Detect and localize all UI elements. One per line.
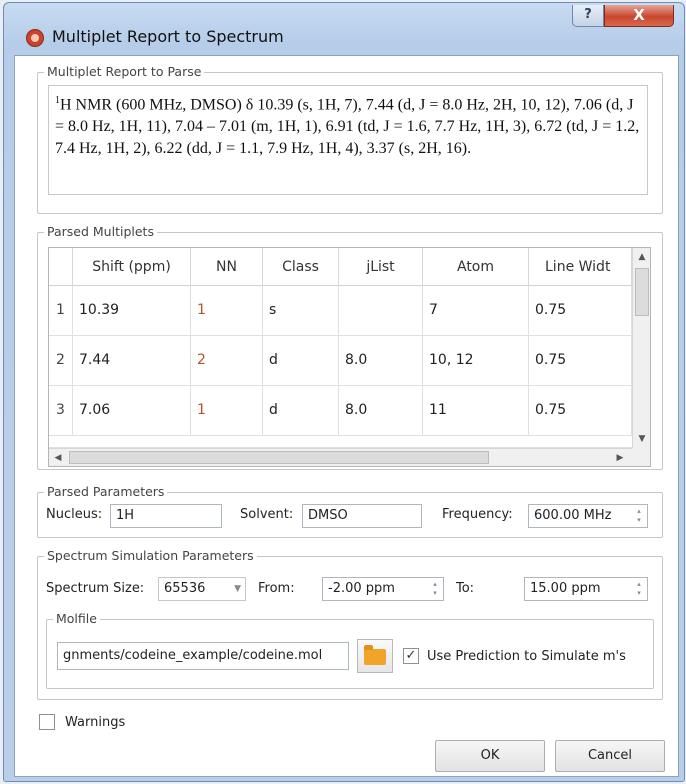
ok-button[interactable]: OK (435, 740, 545, 772)
scroll-right-icon[interactable]: ▶ (611, 449, 629, 466)
dialog-body: Multiplet Report to Parse 1H NMR (600 MH… (14, 55, 679, 777)
header-corner (49, 248, 73, 286)
simulation-group-title: Spectrum Simulation Parameters (44, 548, 257, 563)
report-group-title: Multiplet Report to Parse (44, 64, 205, 79)
row-number: 1 (49, 286, 73, 336)
dialog-window: Multiplet Report to Spectrum ? X Multipl… (3, 2, 685, 782)
solvent-field[interactable]: DMSO (302, 504, 422, 528)
cell-nn[interactable]: 2 (191, 336, 263, 386)
nucleus-field[interactable]: 1H (110, 504, 222, 528)
nucleus-label: Nucleus: (46, 507, 103, 522)
cell-atom[interactable]: 11 (423, 386, 529, 436)
row-number: 3 (49, 386, 73, 436)
cell-atom[interactable]: 7 (423, 286, 529, 336)
cell-jlist[interactable] (339, 286, 423, 336)
cell-line-width[interactable]: 0.75 (529, 286, 632, 336)
parameters-group-title: Parsed Parameters (44, 484, 168, 499)
cell-shift[interactable]: 7.06 (73, 386, 191, 436)
multiplets-table: Shift (ppm) NN Class jList Atom Line Wid… (48, 247, 651, 467)
chevron-down-icon[interactable]: ▼ (234, 578, 241, 600)
horizontal-scroll-thumb[interactable] (69, 451, 489, 464)
to-spinbox[interactable]: 15.00 ppm ▴ ▾ (524, 577, 648, 601)
molfile-group: Molfile gnments/codeine_example/codeine.… (46, 611, 654, 689)
cell-class[interactable]: d (263, 386, 339, 436)
spin-arrows-icon[interactable]: ▴ ▾ (633, 507, 645, 525)
folder-icon (364, 645, 386, 665)
scroll-up-icon[interactable]: ▲ (633, 248, 650, 266)
cell-jlist[interactable]: 8.0 (339, 336, 423, 386)
from-value: -2.00 ppm (328, 581, 395, 596)
to-value: 15.00 ppm (530, 581, 601, 596)
parameters-group: Parsed Parameters Nucleus: 1H Solvent: D… (37, 484, 663, 538)
spin-arrows-icon[interactable]: ▴ ▾ (429, 580, 441, 598)
use-prediction-label: Use Prediction to Simulate m's (427, 649, 626, 664)
cell-shift[interactable]: 7.44 (73, 336, 191, 386)
cell-line-width[interactable]: 0.75 (529, 336, 632, 386)
cell-jlist[interactable]: 8.0 (339, 386, 423, 436)
row-number: 2 (49, 336, 73, 386)
vertical-scrollbar[interactable]: ▲ ▼ (632, 248, 650, 448)
scroll-down-icon[interactable]: ▼ (633, 430, 650, 448)
cell-nn[interactable]: 1 (191, 386, 263, 436)
table-row-partial (49, 436, 632, 448)
spectrum-size-combo[interactable]: 65536 ▼ (158, 577, 246, 601)
spectrum-size-value: 65536 (164, 581, 206, 596)
help-button[interactable]: ? (572, 5, 604, 27)
to-label: To: (456, 581, 475, 596)
cancel-button[interactable]: Cancel (555, 740, 665, 772)
molfile-path-input[interactable]: gnments/codeine_example/codeine.mol (57, 642, 349, 670)
report-textarea[interactable]: 1H NMR (600 MHz, DMSO) δ 10.39 (s, 1H, 7… (48, 85, 648, 195)
cell-shift[interactable]: 10.39 (73, 286, 191, 336)
app-icon (26, 29, 44, 47)
browse-folder-button[interactable] (357, 639, 393, 673)
use-prediction-checkbox[interactable]: ✓ (403, 648, 419, 664)
column-header-line-width[interactable]: Line Widt (529, 248, 632, 286)
solvent-label: Solvent: (240, 507, 294, 522)
cell-class[interactable]: d (263, 336, 339, 386)
from-label: From: (258, 581, 295, 596)
column-header-nn[interactable]: NN (191, 248, 263, 286)
column-header-class[interactable]: Class (263, 248, 339, 286)
frequency-label: Frequency: (442, 507, 513, 522)
report-text-content: H NMR (600 MHz, DMSO) δ 10.39 (s, 1H, 7)… (55, 96, 640, 158)
report-group: Multiplet Report to Parse 1H NMR (600 MH… (37, 64, 663, 214)
molfile-group-title: Molfile (53, 611, 100, 626)
vertical-scroll-thumb[interactable] (635, 268, 649, 316)
table-row[interactable]: 3 7.06 1 d 8.0 11 0.75 (49, 386, 632, 436)
cell-atom[interactable]: 10, 12 (423, 336, 529, 386)
table-row[interactable]: 2 7.44 2 d 8.0 10, 12 0.75 (49, 336, 632, 386)
cell-class[interactable]: s (263, 286, 339, 336)
horizontal-scrollbar[interactable]: ◀ ▶ (49, 448, 632, 466)
cell-line-width[interactable]: 0.75 (529, 386, 632, 436)
table-header: Shift (ppm) NN Class jList Atom Line Wid… (49, 248, 632, 286)
frequency-value: 600.00 MHz (534, 508, 612, 523)
table-row[interactable]: 1 10.39 1 s 7 0.75 (49, 286, 632, 336)
multiplets-group: Parsed Multiplets Shift (ppm) NN Class j… (37, 224, 663, 470)
scroll-corner (632, 448, 650, 466)
column-header-atom[interactable]: Atom (423, 248, 529, 286)
spin-arrows-icon[interactable]: ▴ ▾ (633, 580, 645, 598)
title-bar: Multiplet Report to Spectrum ? X (4, 3, 684, 53)
multiplets-group-title: Parsed Multiplets (44, 224, 157, 239)
column-header-jlist[interactable]: jList (339, 248, 423, 286)
window-title: Multiplet Report to Spectrum (52, 27, 284, 46)
column-header-shift[interactable]: Shift (ppm) (73, 248, 191, 286)
from-spinbox[interactable]: -2.00 ppm ▴ ▾ (322, 577, 444, 601)
cell-nn[interactable]: 1 (191, 286, 263, 336)
warnings-label: Warnings (65, 715, 126, 730)
spectrum-size-label: Spectrum Size: (46, 581, 145, 596)
frequency-spinbox[interactable]: 600.00 MHz ▴ ▾ (528, 504, 648, 528)
scroll-left-icon[interactable]: ◀ (49, 449, 67, 466)
close-button[interactable]: X (604, 5, 674, 27)
warnings-checkbox[interactable] (39, 714, 55, 730)
simulation-group: Spectrum Simulation Parameters Spectrum … (37, 548, 663, 700)
